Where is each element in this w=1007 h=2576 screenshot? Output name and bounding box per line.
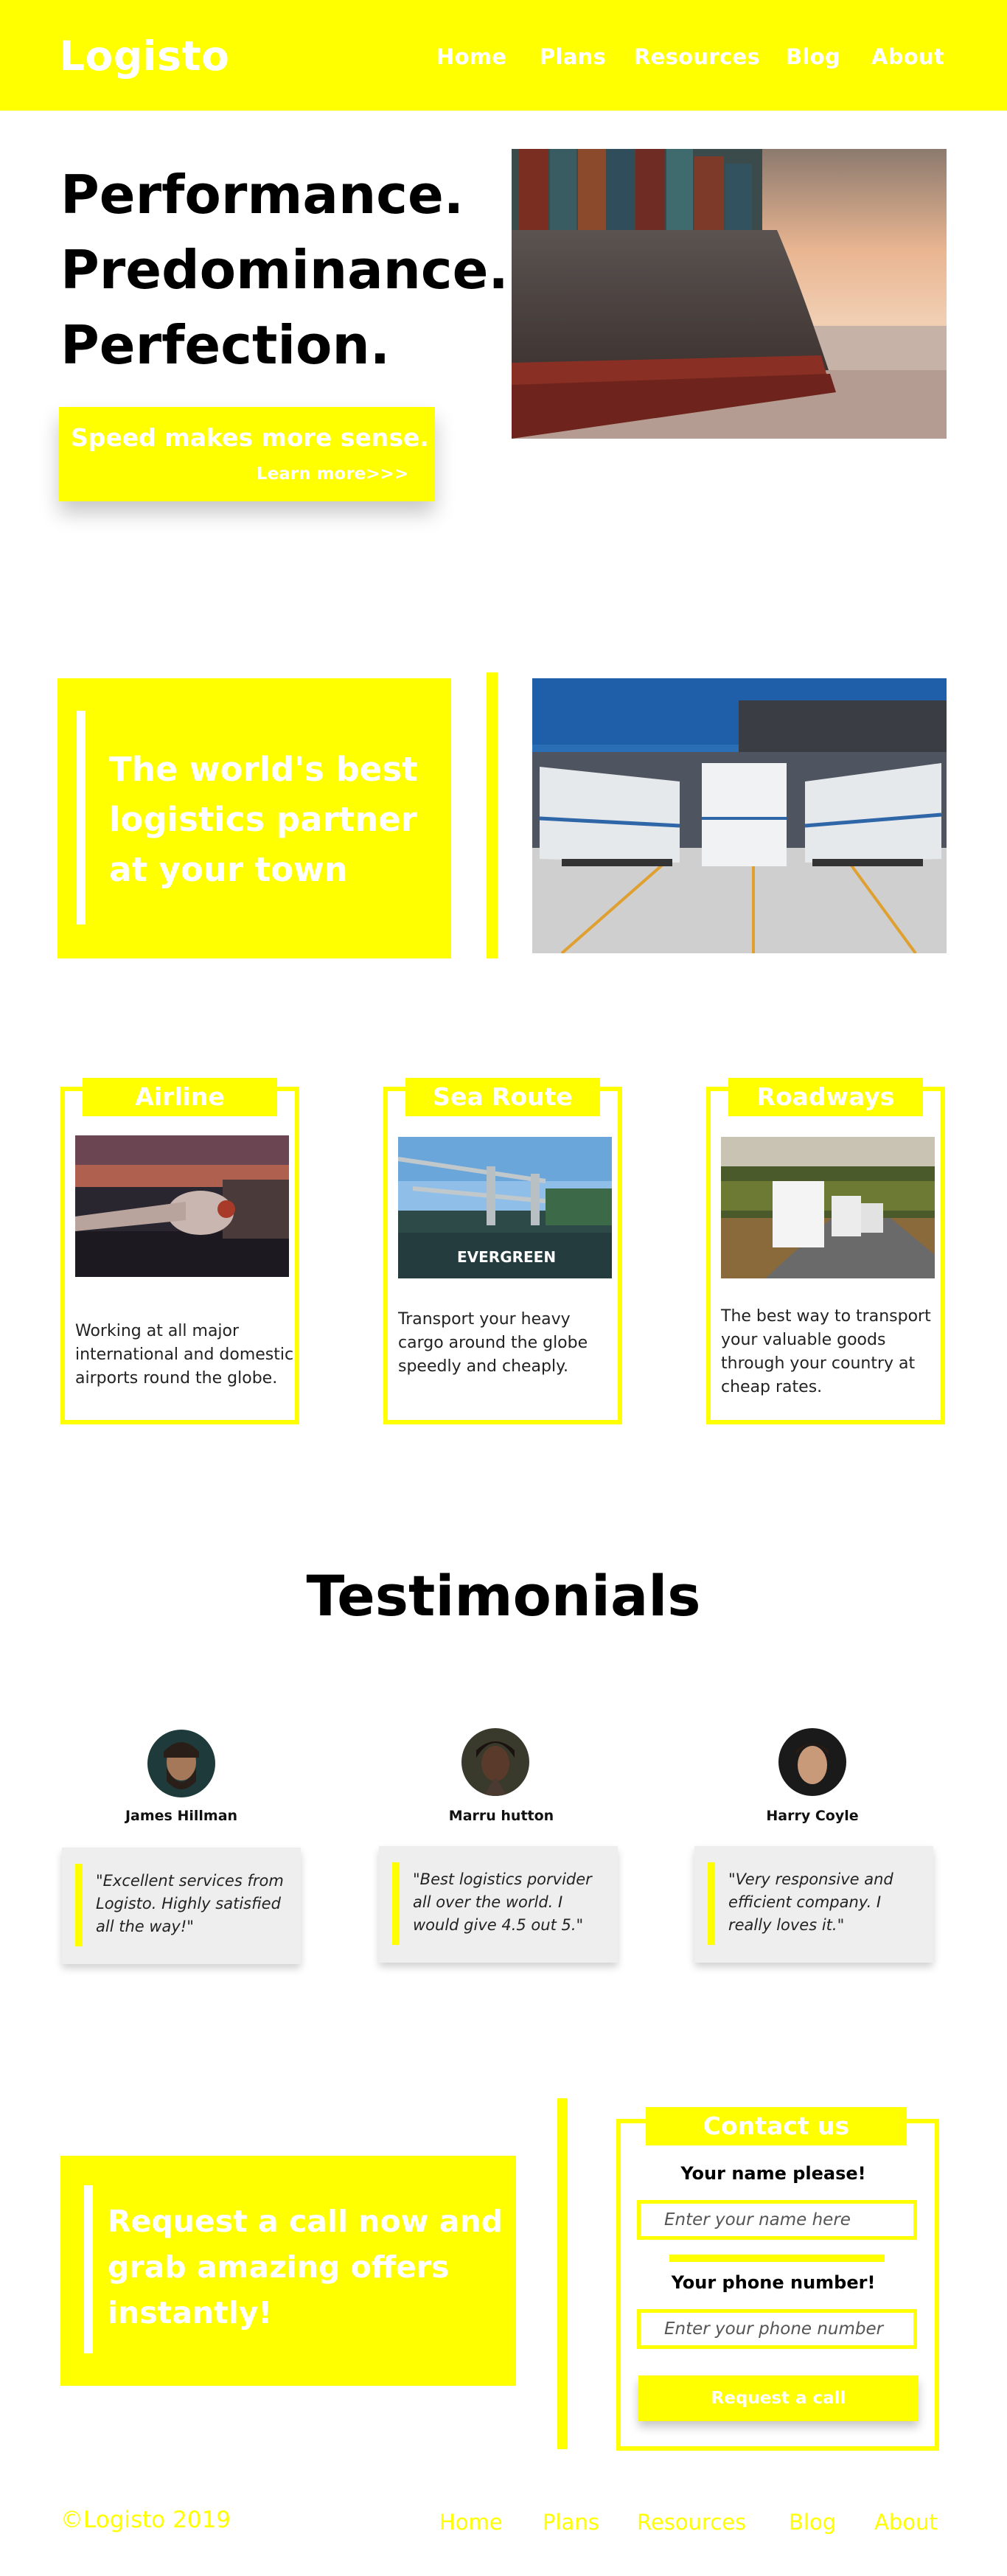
service-title-sea-route: Sea Route (405, 1078, 600, 1116)
brand-logo[interactable]: Logisto (59, 32, 229, 80)
testimonial-quote-2: "Best logistics porvider all over the wo… (413, 1870, 592, 1934)
testimonial-name-2: Marru hutton (448, 1808, 554, 1824)
testimonial-quote-card-2: "Best logistics porvider all over the wo… (379, 1846, 618, 1963)
contact-title: Contact us (646, 2107, 907, 2145)
quote-accent-bar (708, 1862, 715, 1945)
service-card-sea-route[interactable]: EVERGREEN Transport your heavy cargo aro… (383, 1087, 622, 1424)
hero-headline-1: Performance. (60, 164, 464, 226)
request-accent-bar (84, 2185, 93, 2353)
footer-blog[interactable]: Blog (789, 2510, 836, 2535)
form-separator (669, 2255, 885, 2262)
container-ship-photo (512, 149, 947, 439)
testimonial-quote-card-3: "Very responsive and efficient company. … (694, 1846, 933, 1963)
partner-divider (487, 672, 498, 958)
hero-headline-3: Perfection. (60, 314, 391, 376)
request-card: Request a call now and grab amazing offe… (60, 2156, 516, 2386)
nav-about[interactable]: About (871, 44, 944, 69)
ship-label: EVERGREEN (457, 1248, 556, 1266)
footer-home[interactable]: Home (439, 2510, 503, 2535)
service-text-sea-route: Transport your heavy cargo around the gl… (398, 1310, 588, 1376)
service-title-airline: Airline (83, 1078, 277, 1116)
footer-copyright: ©Logisto 2019 (60, 2507, 231, 2533)
partner-text: The world's best logistics partner at yo… (109, 750, 418, 889)
testimonials-heading: Testimonials (306, 1563, 701, 1629)
testimonial-quote-3: "Very responsive and efficient company. … (728, 1870, 893, 1934)
service-card-airline[interactable]: Working at all major international and d… (60, 1087, 299, 1424)
phone-input[interactable] (637, 2309, 917, 2349)
name-input[interactable] (637, 2200, 917, 2240)
name-label: Your name please! (680, 2163, 866, 2184)
quote-accent-bar (75, 1864, 83, 1946)
service-text-airline: Working at all major international and d… (75, 1322, 294, 1388)
avatar-harry (778, 1728, 846, 1796)
testimonial-name-3: Harry Coyle (766, 1808, 859, 1824)
avatar-marru (461, 1728, 529, 1796)
partner-accent-bar (77, 711, 86, 925)
contact-divider (557, 2098, 568, 2449)
trucks-road-photo (721, 1137, 935, 1278)
airplane-photo (75, 1135, 289, 1277)
hero-cta-card[interactable]: Speed makes more sense. Learn more>>> (59, 407, 435, 501)
testimonial-name-1: James Hillman (125, 1808, 238, 1824)
footer-resources[interactable]: Resources (637, 2510, 746, 2535)
nav-blog[interactable]: Blog (786, 44, 840, 69)
phone-label: Your phone number! (671, 2272, 876, 2293)
nav-home[interactable]: Home (436, 44, 506, 69)
hero-cta-title: Speed makes more sense. (71, 423, 429, 452)
testimonial-quote-card-1: "Excellent services from Logisto. Highly… (62, 1848, 301, 1964)
quote-accent-bar (392, 1862, 400, 1945)
service-title-roadways: Roadways (728, 1078, 923, 1116)
request-call-button[interactable]: Request a call (638, 2375, 919, 2421)
request-text: Request a call now and grab amazing offe… (108, 2204, 503, 2330)
service-card-roadways[interactable]: The best way to transport your valuable … (706, 1087, 945, 1424)
testimonial-quote-1: "Excellent services from Logisto. Highly… (96, 1872, 284, 1935)
hero-learn-more-link[interactable]: Learn more>>> (257, 464, 408, 484)
nav-plans[interactable]: Plans (540, 44, 606, 69)
truck-trailers-photo (532, 678, 947, 953)
hero-headline-2: Predominance. (60, 239, 509, 301)
port-cranes-photo: EVERGREEN (398, 1137, 612, 1278)
service-text-roadways: The best way to transport your valuable … (721, 1307, 931, 1396)
footer-plans[interactable]: Plans (543, 2510, 599, 2535)
avatar-james (147, 1730, 215, 1797)
page: { "brand": {"name": "Logisto", "color": … (0, 0, 1007, 2576)
nav-resources[interactable]: Resources (634, 44, 760, 69)
footer-about[interactable]: About (874, 2510, 938, 2535)
partner-card: The world's best logistics partner at yo… (58, 678, 451, 958)
